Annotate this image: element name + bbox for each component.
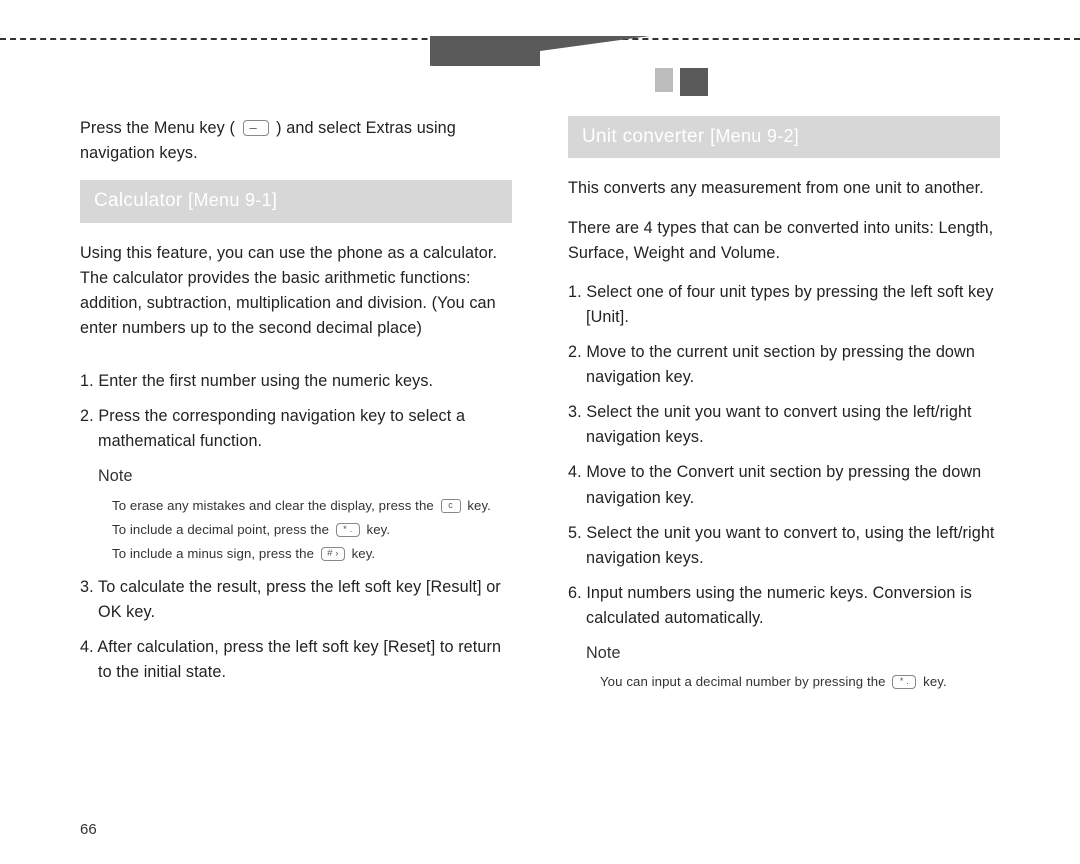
c-key-icon: c [441,499,461,513]
step-text: Select the unit you want to convert usin… [586,403,972,446]
calculator-steps-continued: 3. To calculate the result, press the le… [80,575,512,685]
page-number: 66 [80,821,97,838]
right-column: Unit converter [Menu 9-2] This converts … [568,116,1000,814]
star-key-icon: * . [336,523,360,537]
note-line: To include a minus sign, press the # › k… [112,544,512,564]
step-item: 4. Move to the Convert unit section by p… [568,460,1000,510]
calculator-description: Using this feature, you can use the phon… [80,241,512,341]
note-line: To erase any mistakes and clear the disp… [112,496,512,516]
section-title: Unit converter [582,126,704,147]
star-key-icon: * . [892,675,916,689]
unit-converter-p1: This converts any measurement from one u… [568,176,1000,201]
step-item: 6. Input numbers using the numeric keys.… [568,581,1000,631]
section-heading-unit-converter: Unit converter [Menu 9-2] [568,116,1000,158]
calculator-steps: 1. Enter the first number using the nume… [80,369,512,454]
left-column: Press the Menu key ( ) and select Extras… [80,116,512,814]
section-menu-ref: [Menu 9-2] [710,126,799,146]
page-ornament [0,36,1080,78]
section-title: Calculator [94,190,183,211]
step-item: 2. Press the corresponding navigation ke… [80,404,512,454]
step-item: 2. Move to the current unit section by p… [568,340,1000,390]
step-item: 4. After calculation, press the left sof… [80,635,512,685]
dashed-divider [0,38,1080,42]
step-item: 3. Select the unit you want to convert u… [568,400,1000,450]
step-item: 1. Enter the first number using the nume… [80,369,512,394]
unit-converter-p2: There are 4 types that can be converted … [568,216,1000,266]
step-text: Move to the Convert unit section by pres… [586,463,981,506]
step-text: Select one of four unit types by pressin… [586,283,994,326]
section-heading-calculator: Calculator [Menu 9-1] [80,180,512,222]
step-text: Press the corresponding navigation key t… [98,407,465,450]
menu-key-icon [243,120,269,136]
manual-page: Press the Menu key ( ) and select Extras… [0,0,1080,864]
hash-key-icon: # › [321,547,345,561]
intro-text: Press the Menu key ( ) and select Extras… [80,116,512,166]
step-text: To calculate the result, press the left … [98,578,501,621]
note-line: To include a decimal point, press the * … [112,520,512,540]
note-label: Note [586,641,1000,666]
step-text: After calculation, press the left soft k… [97,638,501,681]
step-item: 1. Select one of four unit types by pres… [568,280,1000,330]
step-item: 5. Select the unit you want to convert t… [568,521,1000,571]
step-text: Select the unit you want to convert to, … [586,524,995,567]
step-text: Enter the first number using the numeric… [98,372,433,390]
note-line: You can input a decimal number by pressi… [600,672,1000,692]
note-label: Note [98,464,512,489]
step-text: Move to the current unit section by pres… [586,343,975,386]
unit-converter-steps: 1. Select one of four unit types by pres… [568,280,1000,631]
two-column-layout: Press the Menu key ( ) and select Extras… [80,116,1000,814]
step-text: Input numbers using the numeric keys. Co… [586,584,972,627]
section-menu-ref: [Menu 9-1] [188,190,277,210]
step-item: 3. To calculate the result, press the le… [80,575,512,625]
